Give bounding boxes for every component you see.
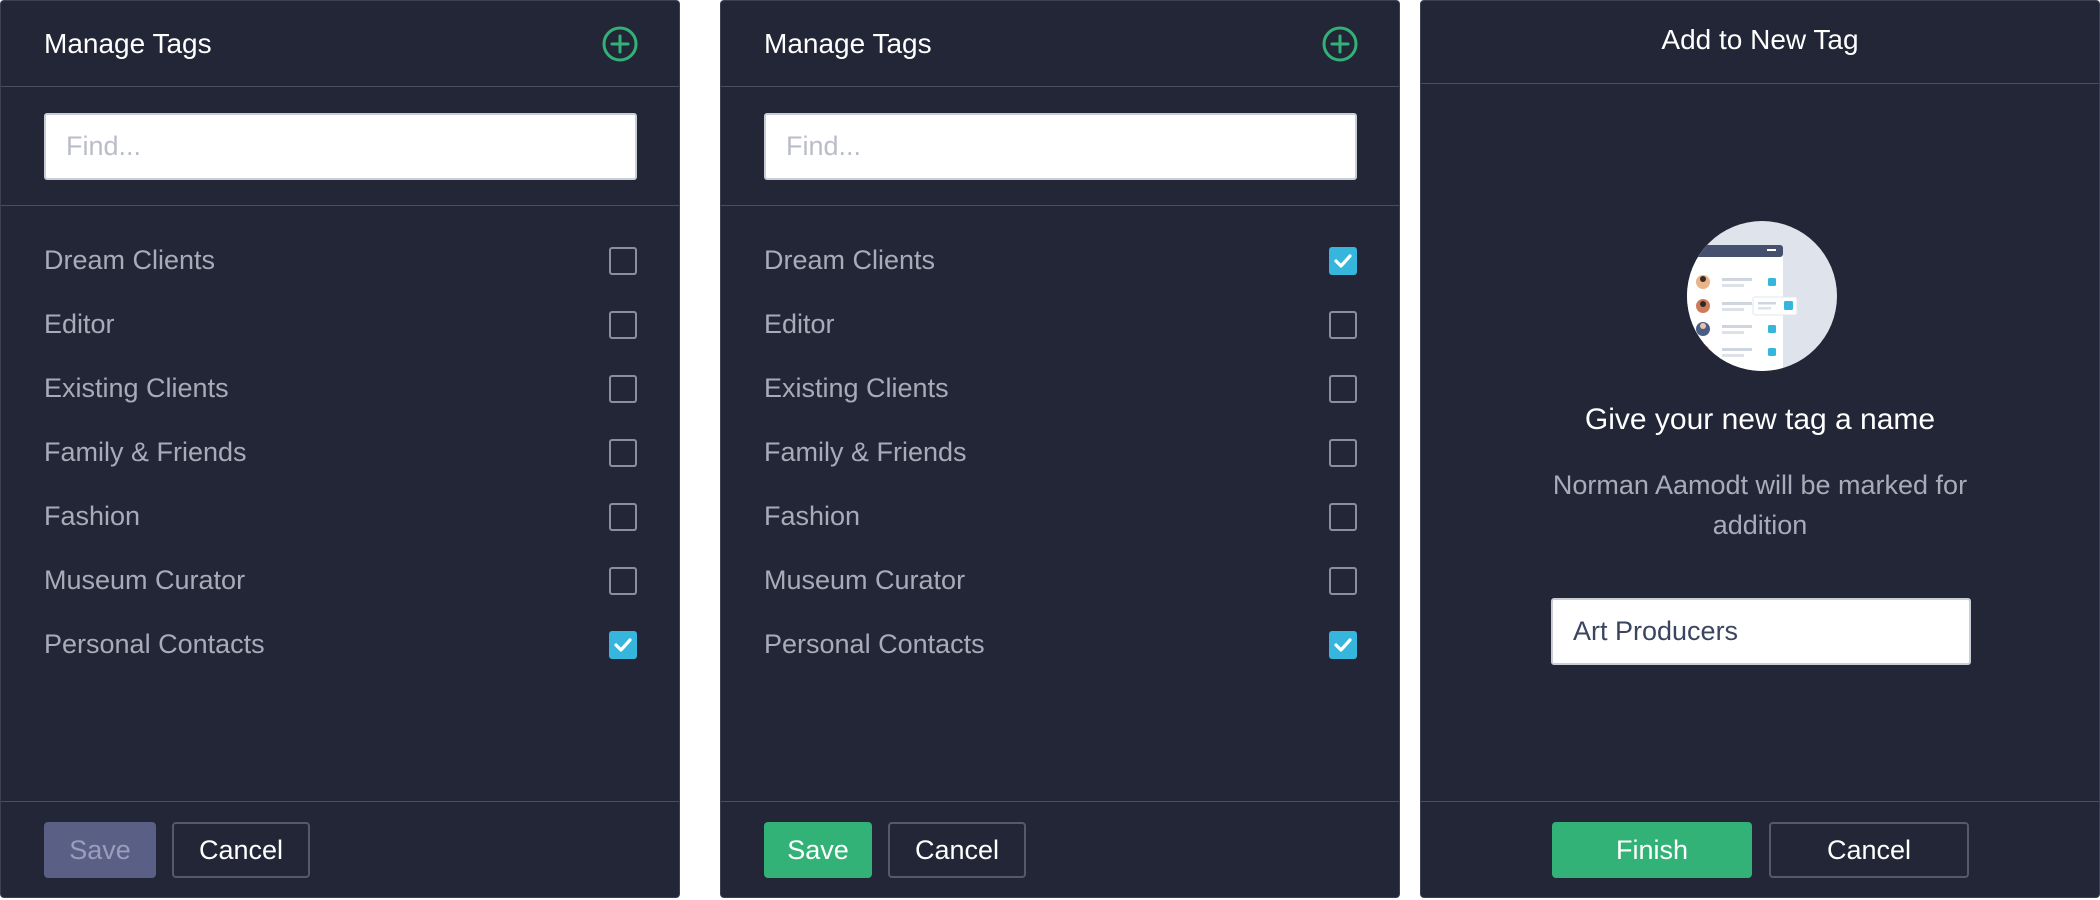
dialog-description: Norman Aamodt will be marked for additio…: [1552, 470, 1968, 540]
tag-row[interactable]: Family & Friends: [44, 431, 637, 479]
tag-name-input[interactable]: [1551, 598, 1971, 665]
tag-checkbox[interactable]: [1329, 247, 1357, 275]
panel-title: Add to New Tag: [1661, 24, 1859, 55]
finish-button[interactable]: Finish: [1552, 822, 1752, 878]
tag-label: Editor: [764, 309, 835, 339]
tag-label: Family & Friends: [764, 437, 967, 467]
tag-label: Fashion: [44, 501, 141, 531]
tag-row[interactable]: Editor: [764, 303, 1357, 351]
checkmark-icon: [614, 638, 632, 652]
checkmark-icon: [1334, 638, 1352, 652]
tag-label: Dream Clients: [44, 245, 216, 275]
tag-checkbox[interactable]: [1329, 631, 1357, 659]
tag-checkbox[interactable]: [1329, 567, 1357, 595]
tag-row[interactable]: Personal Contacts: [44, 623, 637, 671]
tag-row[interactable]: Dream Clients: [44, 239, 637, 287]
panel-footer: Finish Cancel: [1421, 801, 2099, 897]
tag-checkbox[interactable]: [609, 439, 637, 467]
tag-checkbox[interactable]: [609, 631, 637, 659]
tag-label: Personal Contacts: [44, 629, 265, 659]
plus-circle-icon[interactable]: [1321, 25, 1359, 63]
tag-label: Personal Contacts: [764, 629, 985, 659]
save-button[interactable]: Save: [764, 822, 872, 878]
tag-checkbox[interactable]: [609, 247, 637, 275]
tag-row[interactable]: Museum Curator: [44, 559, 637, 607]
panel-footer: Save Cancel: [1, 801, 679, 897]
search-input[interactable]: [44, 113, 637, 180]
tag-label: Museum Curator: [44, 565, 246, 595]
tag-row[interactable]: Fashion: [44, 495, 637, 543]
tag-label: Fashion: [764, 501, 861, 531]
tag-checkbox[interactable]: [609, 311, 637, 339]
panel-header: Manage Tags: [721, 1, 1399, 87]
tag-checkbox[interactable]: [1329, 503, 1357, 531]
save-button[interactable]: Save: [44, 822, 156, 878]
cancel-button[interactable]: Cancel: [1769, 822, 1969, 878]
panel-title: Manage Tags: [764, 28, 932, 59]
tag-checkbox[interactable]: [1329, 311, 1357, 339]
tag-row[interactable]: Editor: [44, 303, 637, 351]
cancel-button[interactable]: Cancel: [172, 822, 310, 878]
panel-header: Add to New Tag: [1421, 1, 2099, 84]
tag-label: Dream Clients: [764, 245, 936, 275]
tag-row[interactable]: Family & Friends: [764, 431, 1357, 479]
tag-row[interactable]: Fashion: [764, 495, 1357, 543]
search-section: [721, 87, 1399, 206]
tag-checkbox[interactable]: [609, 375, 637, 403]
tag-checkbox[interactable]: [1329, 439, 1357, 467]
tag-label: Existing Clients: [44, 373, 229, 403]
tag-label: Museum Curator: [764, 565, 966, 595]
panel-header: Manage Tags: [1, 1, 679, 87]
tag-label: Existing Clients: [764, 373, 949, 403]
manage-tags-panel: Manage Tags Dream Clients Editor Existin…: [0, 0, 680, 898]
plus-circle-icon[interactable]: [601, 25, 639, 63]
tag-label: Family & Friends: [44, 437, 247, 467]
panel-footer: Save Cancel: [721, 801, 1399, 897]
tag-row[interactable]: Existing Clients: [764, 367, 1357, 415]
checkmark-icon: [1334, 254, 1352, 268]
tag-checkbox[interactable]: [609, 503, 637, 531]
panel-title: Manage Tags: [44, 28, 212, 59]
tag-row[interactable]: Personal Contacts: [764, 623, 1357, 671]
dialog-heading: Give your new tag a name: [1584, 403, 1936, 436]
contact-list-illustration: [1687, 221, 1837, 371]
tag-row[interactable]: Dream Clients: [764, 239, 1357, 287]
tag-row[interactable]: Museum Curator: [764, 559, 1357, 607]
add-to-new-tag-panel: Add to New Tag Give your new tag a name …: [1420, 0, 2100, 898]
search-section: [1, 87, 679, 206]
search-input[interactable]: [764, 113, 1357, 180]
tag-label: Editor: [44, 309, 115, 339]
manage-tags-panel: Manage Tags Dream Clients Editor Existin…: [720, 0, 1400, 898]
tag-checkbox[interactable]: [609, 567, 637, 595]
cancel-button[interactable]: Cancel: [888, 822, 1026, 878]
tag-checkbox[interactable]: [1329, 375, 1357, 403]
tag-row[interactable]: Existing Clients: [44, 367, 637, 415]
